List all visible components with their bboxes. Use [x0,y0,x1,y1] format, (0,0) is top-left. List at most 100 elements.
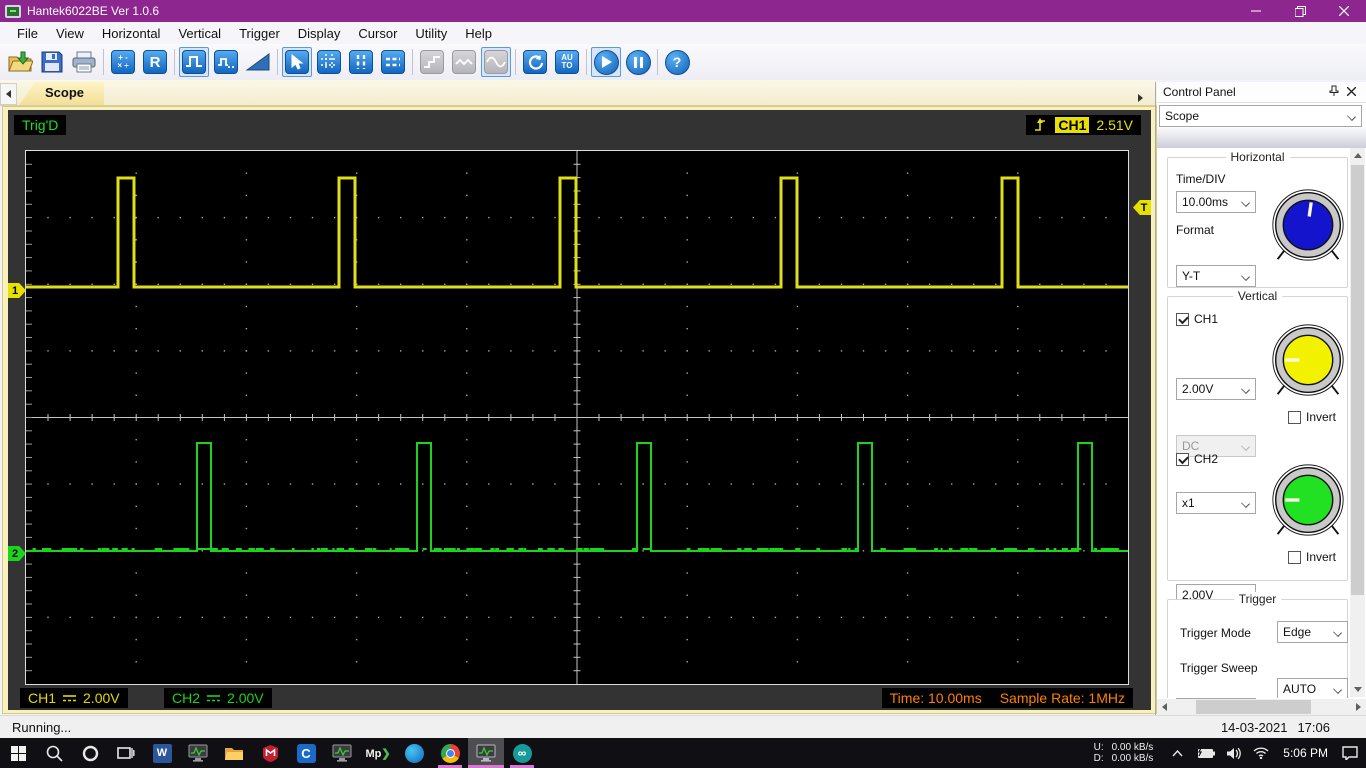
menu-view[interactable]: View [47,24,93,43]
taskbar-mcafee-button[interactable] [252,738,288,768]
ramp-button[interactable] [243,47,273,77]
ch1-invert-checkbox[interactable] [1288,411,1301,424]
pointer-button[interactable] [282,47,312,77]
menu-trigger[interactable]: Trigger [230,24,289,43]
taskbar-mipony-button[interactable]: Mp❯ [360,738,396,768]
ch1-checkbox-label: CH1 [1194,312,1218,326]
grid-cursor-button[interactable] [314,47,344,77]
timebase-knob[interactable] [1270,187,1346,263]
save-button[interactable] [37,47,67,77]
file-explorer-button[interactable] [216,738,252,768]
timediv-select[interactable]: 10.00ms [1176,191,1256,213]
pulse-capture-button[interactable] [179,47,209,77]
math-button[interactable]: + -× ÷ [108,47,138,77]
taskbar-c-app-button[interactable]: C [288,738,324,768]
volume-status[interactable] [1221,747,1245,760]
ch2-checkbox[interactable] [1176,453,1189,466]
format-select[interactable]: Y-T [1176,265,1256,287]
oscilloscope-app-icon [476,744,496,762]
pulse-capture-icon [182,50,206,74]
vertical-scroll-thumb[interactable] [1351,165,1364,595]
taskbar-word-button[interactable]: W [144,738,180,768]
ch1-volts-select[interactable]: 2.00V [1176,378,1256,400]
arrow-down-icon [1354,687,1362,692]
print-button[interactable] [69,47,99,77]
restore-button[interactable] [1278,0,1322,22]
taskbar-chrome-button[interactable] [432,738,468,768]
menu-utility[interactable]: Utility [406,24,456,43]
open-button[interactable] [5,47,35,77]
trigger-source-badge: CH1 [1055,117,1089,133]
ch1-enable-row[interactable]: CH1 [1176,312,1218,326]
horizontal-scroll-track[interactable] [1172,699,1351,715]
scroll-left-button[interactable] [1157,699,1172,715]
autoset-button[interactable]: AUTO [552,47,582,77]
ch2-enable-row[interactable]: CH2 [1176,452,1218,466]
pin-button[interactable] [1324,85,1342,99]
help-button[interactable]: ? [662,47,692,77]
taskbar-search-button[interactable] [36,738,72,768]
minimize-button[interactable] [1234,0,1278,22]
tab-scroll-right[interactable] [1138,94,1143,102]
panel-close-button[interactable] [1342,85,1360,99]
tab-scope[interactable]: Scope [19,82,104,105]
ch1-probe-select[interactable]: x1 [1176,492,1256,514]
menu-cursor[interactable]: Cursor [349,24,406,43]
start-button[interactable] [0,738,36,768]
linear-interp-button[interactable] [449,47,479,77]
sample-rate-readout: Sample Rate: 1MHz [1000,690,1125,706]
chevron-down-icon [1333,685,1342,694]
ch2-invert-checkbox[interactable] [1288,551,1301,564]
menu-vertical[interactable]: Vertical [169,24,230,43]
refresh-button[interactable] [520,47,550,77]
taskbar-scope-app2-button[interactable] [324,738,360,768]
trigger-group-clip: Trigger Trigger Mode Edge Trigger Sweep … [1157,590,1350,698]
control-panel-title: Control Panel [1163,85,1236,99]
vertical-cursors-button[interactable] [346,47,376,77]
panel-gradient-strip [1157,127,1366,148]
taskbar: W C Mp❯ [0,738,1366,768]
taskbar-clock[interactable]: 5:06 PM [1277,746,1334,760]
pulse-pass-button[interactable] [211,47,241,77]
menu-horizontal[interactable]: Horizontal [93,24,170,43]
task-view-button[interactable] [108,738,144,768]
menu-file[interactable]: File [8,24,47,43]
scroll-down-button[interactable] [1350,682,1365,697]
pause-button[interactable] [623,47,653,77]
taskbar-ocam-button[interactable]: ∞ [504,738,540,768]
autoset-icon: AUTO [555,50,579,74]
taskbar-edge-button[interactable] [396,738,432,768]
trigger-mode-select[interactable]: Edge [1277,621,1348,643]
step-interp-button[interactable] [417,47,447,77]
ch2-position-knob[interactable] [1270,462,1346,538]
menu-display[interactable]: Display [289,24,350,43]
battery-status[interactable] [1193,748,1217,759]
wifi-status[interactable] [1249,747,1273,759]
ch1-invert-row[interactable]: Invert [1288,410,1336,424]
start-button[interactable] [591,47,621,77]
ramp-icon [246,52,270,72]
panel-horizontal-scrollbar[interactable] [1157,699,1366,715]
ch1-checkbox[interactable] [1176,313,1189,326]
scroll-up-button[interactable] [1350,148,1365,163]
horizontal-scroll-thumb[interactable] [1196,700,1311,714]
cortana-icon [82,745,99,762]
tab-scroll-left[interactable] [0,83,17,105]
taskbar-scope-app-active-button[interactable] [468,738,504,768]
horizontal-cursors-button[interactable] [378,47,408,77]
sine-interp-button[interactable] [481,47,511,77]
panel-vertical-scrollbar[interactable] [1350,148,1365,697]
taskbar-scope-app-button[interactable] [180,738,216,768]
menu-help[interactable]: Help [456,24,501,43]
close-button[interactable] [1322,0,1366,22]
scroll-right-button[interactable] [1351,699,1366,715]
ch2-invert-row[interactable]: Invert [1288,550,1336,564]
ch1-position-knob[interactable] [1270,322,1346,398]
trigger-sweep-select[interactable]: AUTO [1277,678,1348,698]
trigger-sweep-label: Trigger Sweep [1180,661,1258,675]
action-center-button[interactable] [1338,746,1362,760]
taskbar-cortana-button[interactable] [72,738,108,768]
tray-expand-button[interactable] [1165,750,1189,757]
panel-mode-select[interactable]: Scope [1159,105,1362,127]
reference-button[interactable]: R [140,47,170,77]
